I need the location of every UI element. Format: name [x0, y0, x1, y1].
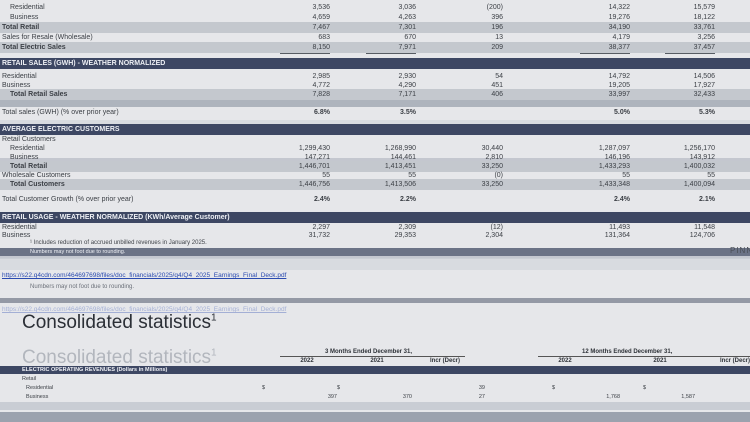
footnote-text: Includes reduction of accrued unbilled r…: [33, 240, 207, 246]
cell: 1,433,348: [598, 181, 630, 188]
cell: 2.4%: [614, 196, 630, 203]
table-row-total: Total Electric Sales 8,150 7,971 209 38,…: [0, 42, 750, 53]
group-underline: [538, 356, 750, 357]
cell: 2.4%: [314, 196, 330, 203]
document-page: Residential 3,536 3,036 (200) 14,322 15,…: [0, 0, 750, 422]
cell: 37,457: [693, 44, 715, 51]
cell: $: [337, 385, 341, 391]
underline: [580, 53, 630, 54]
table-row-total: Total Customers 1,446,756 1,413,506 33,2…: [0, 179, 750, 190]
cell: 39: [478, 385, 485, 391]
cell: 1,413,506: [384, 181, 416, 188]
rounding-note: Numbers may not foot due to rounding.: [30, 284, 135, 290]
section-header-label: RETAIL SALES (GWH) - WEATHER NORMALIZED: [2, 60, 166, 67]
footnote: ¹ Includes reduction of accrued unbilled…: [30, 240, 207, 246]
pdf-link[interactable]: https://s22.q4cdn.com/464697698/files/do…: [2, 272, 286, 279]
table-row: Residential $ $ 39 $ $: [0, 384, 750, 392]
underline: [366, 53, 416, 54]
group-header-3m: 3 Months Ended December 31,: [325, 349, 413, 355]
year-header: 2022: [300, 358, 314, 364]
cell: 29,353: [394, 232, 416, 239]
year-header: 2021: [370, 358, 384, 364]
year-header: 2022: [558, 358, 572, 364]
page-separator: [0, 298, 750, 303]
ghost-band: Numbers may not foot due to rounding.: [0, 248, 750, 256]
table-row-growth: Total sales (GWH) (% over prior year) 6.…: [0, 106, 750, 120]
page-title-text: Consolidated statistics: [22, 347, 212, 368]
cell: 38,377: [608, 44, 630, 51]
year-header: Incr (Decr): [719, 358, 750, 364]
cell: 7,828: [312, 91, 330, 98]
row-label: Business: [26, 394, 49, 400]
cell: 5.0%: [614, 109, 630, 116]
cell: 406: [491, 91, 503, 98]
page-title-text: Consolidated statistics: [22, 312, 212, 333]
row-label: Total Customers: [10, 181, 65, 188]
cell: $: [552, 385, 556, 391]
section-header-label: ELECTRIC OPERATING REVENUES (Dollars in …: [22, 367, 168, 373]
table-row: Business 397 370 27 1,768 1,587: [0, 393, 750, 401]
cell: 27: [478, 394, 485, 400]
cell: 2,304: [485, 232, 503, 239]
cell: 1,768: [606, 394, 620, 400]
cell: 1,446,756: [298, 181, 330, 188]
group-underline: [280, 356, 465, 357]
underline: [280, 53, 330, 54]
underline: [665, 53, 715, 54]
cell: 131,364: [604, 232, 630, 239]
cell: 124,706: [689, 232, 715, 239]
footnote-marker: ¹: [30, 240, 32, 246]
cell: 1,587: [681, 394, 695, 400]
table-row-growth: Total Customer Growth (% over prior year…: [0, 193, 750, 207]
cell: 7,971: [398, 44, 416, 51]
row-label: Total Electric Sales: [2, 44, 66, 51]
cell: 32,433: [693, 91, 715, 98]
cell: 209: [491, 44, 503, 51]
cell: 5.3%: [699, 109, 715, 116]
section-header: RETAIL SALES (GWH) - WEATHER NORMALIZED: [0, 58, 750, 69]
table-row: Retail: [0, 375, 750, 383]
row-label: Residential: [26, 385, 54, 391]
page-title: Consolidated statistics1: [22, 312, 217, 334]
cell: 3.5%: [400, 109, 416, 116]
cell: 1,400,094: [683, 181, 715, 188]
section-header: ELECTRIC OPERATING REVENUES (Dollars in …: [0, 366, 750, 374]
cell: 6.8%: [314, 109, 330, 116]
cell: 31,732: [308, 232, 330, 239]
row-label: Retail: [22, 376, 37, 382]
cell: 2.2%: [400, 196, 416, 203]
company-logo: PINNA: [730, 246, 750, 255]
row-label: Total Customer Growth (% over prior year…: [2, 196, 134, 203]
row-label: Total Retail Sales: [10, 91, 68, 98]
year-header: 2021: [653, 358, 667, 364]
year-header: Incr (Decr): [429, 358, 460, 364]
footnote-text: Numbers may not foot due to rounding.: [30, 249, 126, 255]
cell: $: [262, 385, 266, 391]
cell: 397: [327, 394, 337, 400]
blur-strip: [0, 258, 750, 270]
bottom-edge: [0, 412, 750, 422]
page-title-sup: 1: [211, 347, 217, 359]
cell: 2.1%: [699, 196, 715, 203]
cell: 7,171: [398, 91, 416, 98]
table-row-total: Total Retail Sales 7,828 7,171 406 33,99…: [0, 89, 750, 100]
cell: 370: [402, 394, 412, 400]
row-label: Business: [2, 232, 31, 239]
row-label: Total sales (GWH) (% over prior year): [2, 109, 119, 116]
cell: $: [643, 385, 647, 391]
cell: 33,250: [481, 181, 503, 188]
page-title-sup: 1: [211, 312, 217, 324]
blur-strip: [0, 402, 750, 410]
group-header-12m: 12 Months Ended December 31,: [582, 349, 673, 355]
cell: 8,150: [312, 44, 330, 51]
cell: 33,997: [608, 91, 630, 98]
